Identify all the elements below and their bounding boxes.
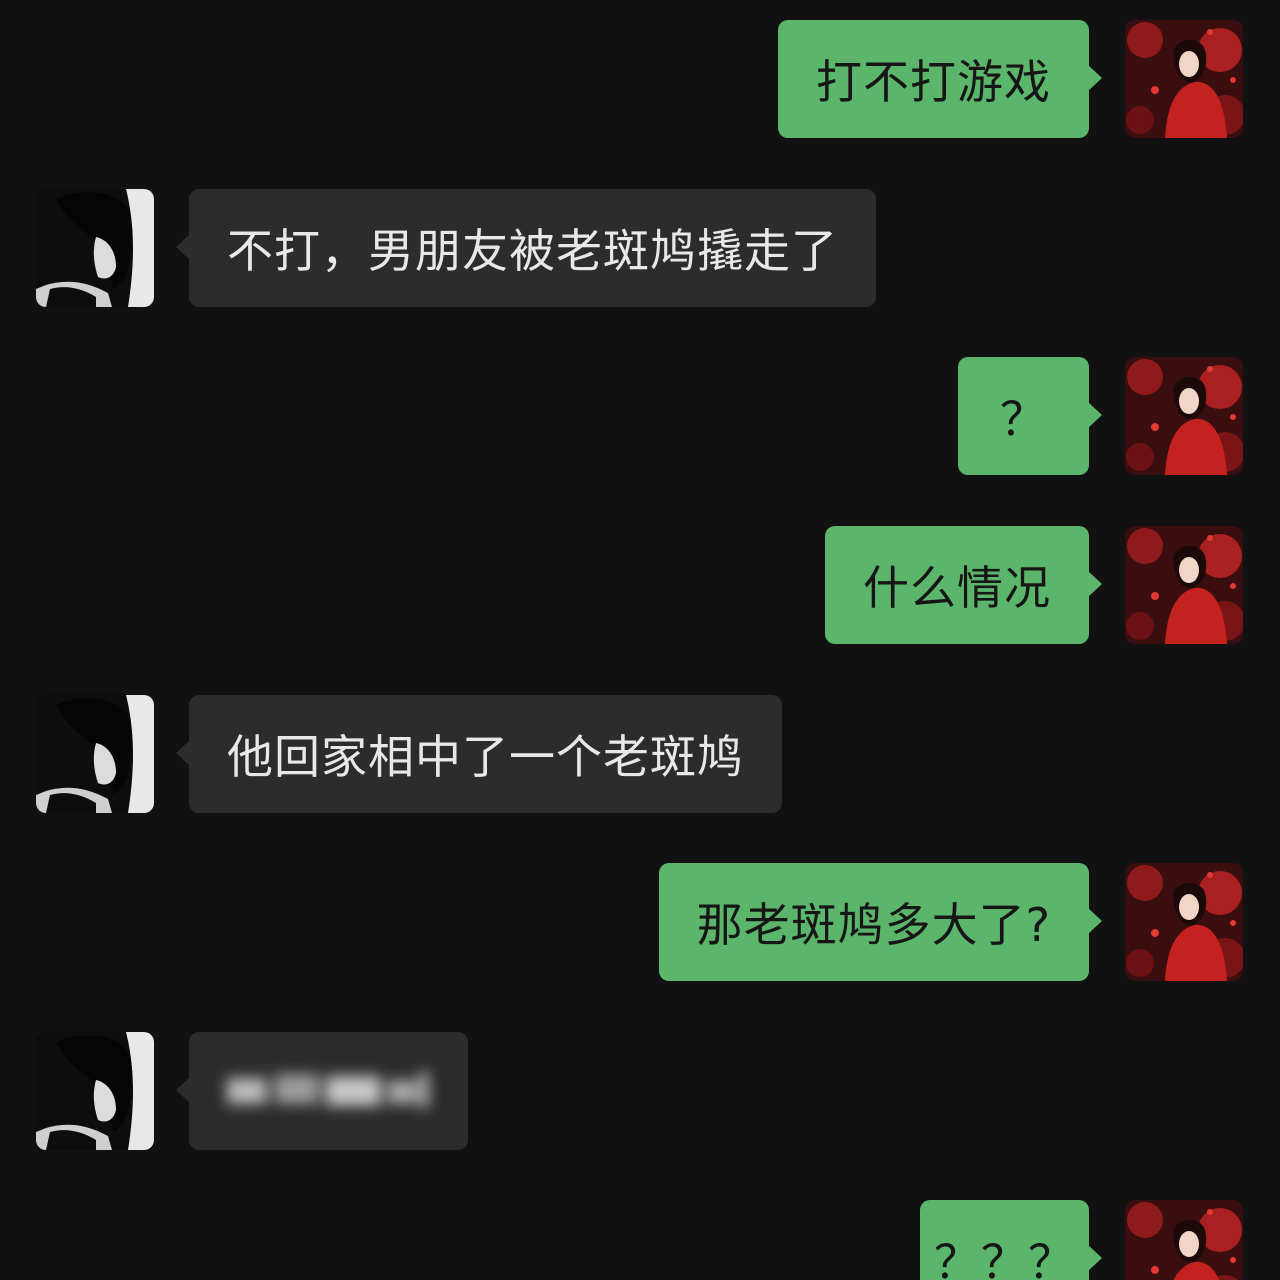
message-row: ？？？ <box>0 1200 1280 1280</box>
self-avatar[interactable] <box>1125 526 1243 644</box>
message-text: 那老斑鸠多大了? <box>696 898 1051 952</box>
outgoing-message-bubble[interactable]: ？？？ <box>920 1200 1089 1280</box>
message-text: ？？？ <box>934 1235 1075 1280</box>
monochrome-woman-avatar-icon <box>36 1032 154 1150</box>
message-row: 他回家相中了一个老斑鸠 <box>0 695 1280 815</box>
bubble-tail <box>1088 908 1102 934</box>
outgoing-message-bubble[interactable]: ？ <box>958 357 1089 475</box>
monochrome-woman-avatar-icon <box>36 189 154 307</box>
outgoing-message-bubble[interactable]: 打不打游戏 <box>778 20 1089 138</box>
message-row: 那老斑鸠多大了? <box>0 863 1280 983</box>
contact-avatar[interactable] <box>36 1032 154 1150</box>
bubble-tail <box>1088 1245 1102 1271</box>
bubble-tail <box>176 1077 190 1103</box>
contact-avatar[interactable] <box>36 695 154 813</box>
red-dress-woman-avatar-icon <box>1125 20 1243 138</box>
red-dress-woman-avatar-icon <box>1125 863 1243 981</box>
message-text: ？ <box>1000 392 1047 446</box>
bubble-tail <box>1088 402 1102 428</box>
message-text: 什么情况 <box>863 561 1051 615</box>
message-row: ？ <box>0 357 1280 477</box>
message-text: 打不打游戏 <box>816 55 1051 109</box>
self-avatar[interactable] <box>1125 1200 1243 1280</box>
incoming-message-bubble[interactable]: 不打，男朋友被老斑鸠撬走了 <box>189 189 876 307</box>
incoming-message-bubble[interactable] <box>189 1032 468 1150</box>
bubble-tail <box>176 234 190 260</box>
monochrome-woman-avatar-icon <box>36 695 154 813</box>
message-row <box>0 1032 1280 1152</box>
outgoing-message-bubble[interactable]: 什么情况 <box>825 526 1089 644</box>
message-row: 什么情况 <box>0 526 1280 646</box>
red-dress-woman-avatar-icon <box>1125 526 1243 644</box>
incoming-message-bubble[interactable]: 他回家相中了一个老斑鸠 <box>189 695 782 813</box>
self-avatar[interactable] <box>1125 20 1243 138</box>
red-dress-woman-avatar-icon <box>1125 1200 1243 1280</box>
message-text: 不打，男朋友被老斑鸠撬走了 <box>227 224 838 278</box>
self-avatar[interactable] <box>1125 863 1243 981</box>
message-text: 他回家相中了一个老斑鸠 <box>227 730 744 784</box>
message-row: 打不打游戏 <box>0 20 1280 140</box>
message-row: 不打，男朋友被老斑鸠撬走了 <box>0 189 1280 309</box>
contact-avatar[interactable] <box>36 189 154 307</box>
red-dress-woman-avatar-icon <box>1125 357 1243 475</box>
redacted-text-mosaic <box>227 1072 428 1108</box>
self-avatar[interactable] <box>1125 357 1243 475</box>
chat-area[interactable]: 打不打游戏 不打，男朋友被老斑鸠撬走了 ？ 什么情况 他回家相中了一个老斑鸠 那… <box>0 0 1280 1280</box>
bubble-tail <box>1088 571 1102 597</box>
bubble-tail <box>176 740 190 766</box>
bubble-tail <box>1088 65 1102 91</box>
outgoing-message-bubble[interactable]: 那老斑鸠多大了? <box>658 863 1089 981</box>
